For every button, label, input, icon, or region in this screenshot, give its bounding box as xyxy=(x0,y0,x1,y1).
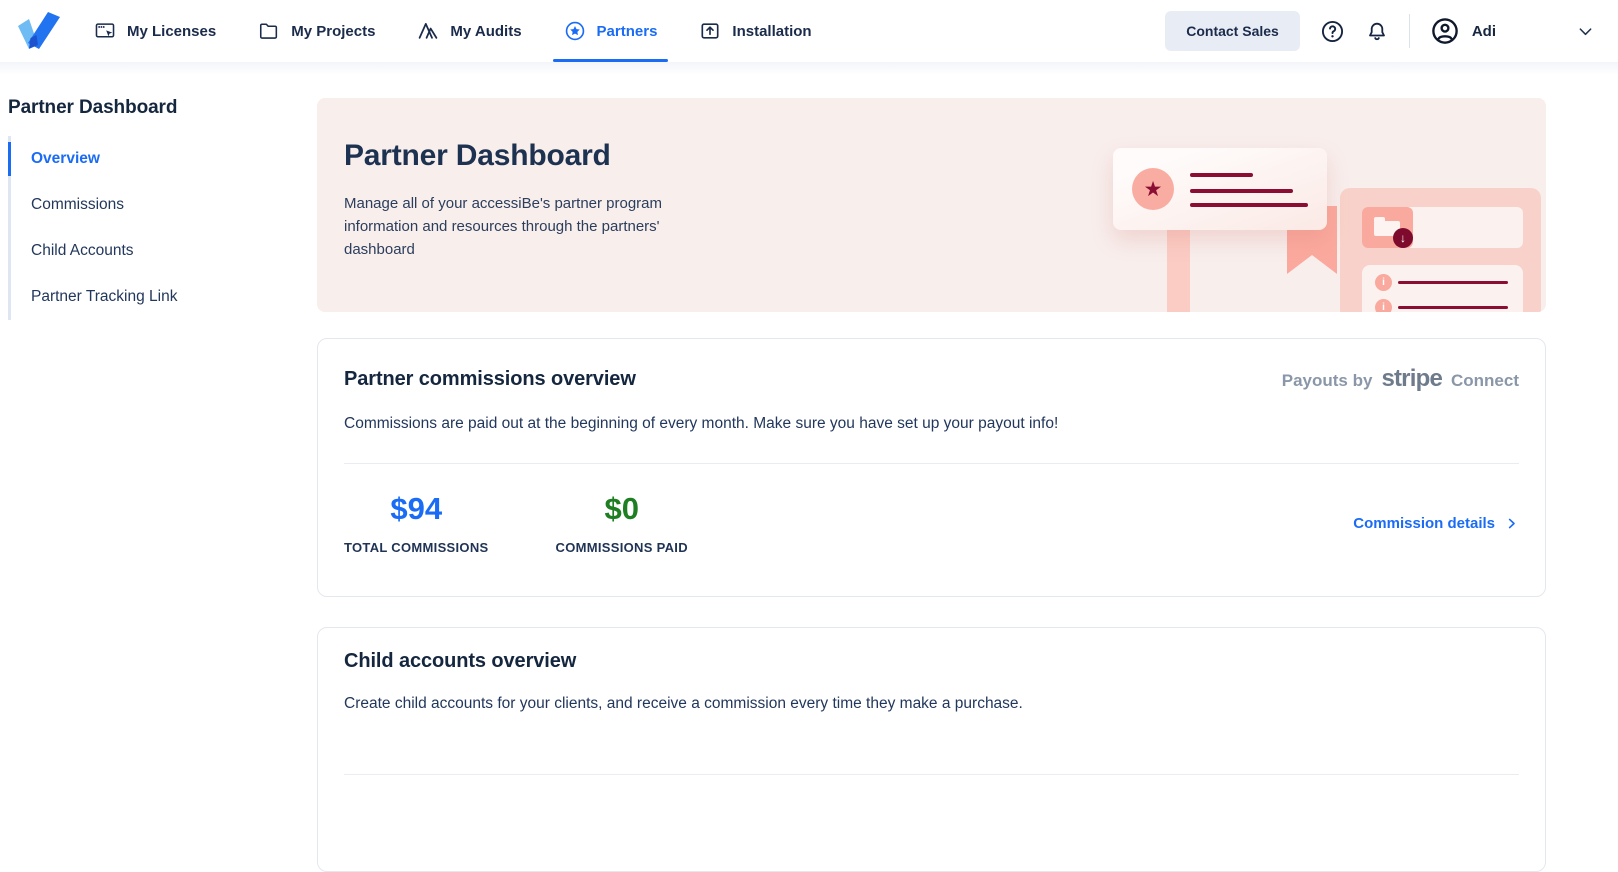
sidebar-item-partner-tracking-link[interactable]: Partner Tracking Link xyxy=(11,274,241,320)
text-line xyxy=(1398,306,1508,309)
page-layout: Partner Dashboard Overview Commissions C… xyxy=(0,75,1618,872)
nav-item-installation[interactable]: Installation xyxy=(699,0,811,62)
commission-details-link[interactable]: Commission details xyxy=(1353,515,1519,532)
license-window-icon xyxy=(94,20,116,42)
partner-dashboard-page: { "nav": { "items": [ {"label": "My Lice… xyxy=(0,0,1618,804)
nav-item-my-audits[interactable]: My Audits xyxy=(417,0,521,62)
stat-value: $94 xyxy=(390,492,442,526)
bookmark-ribbon-icon xyxy=(1287,206,1337,274)
text-line xyxy=(1190,173,1253,177)
accessibe-logo[interactable] xyxy=(16,12,62,50)
folder-icon xyxy=(1374,221,1400,236)
audits-icon xyxy=(417,20,439,42)
header-divider xyxy=(1409,14,1410,48)
illustration-bar xyxy=(1167,228,1190,312)
star-badge-icon xyxy=(564,20,586,42)
sidebar: Partner Dashboard Overview Commissions C… xyxy=(0,75,317,872)
chevron-right-icon xyxy=(1504,516,1519,531)
account-dropdown-button[interactable] xyxy=(1576,22,1595,41)
text-line xyxy=(1398,281,1508,284)
payouts-prefix: Payouts by xyxy=(1282,371,1373,391)
nav-shadow xyxy=(0,62,1618,75)
primary-nav: My Licenses My Projects My Audits Partne… xyxy=(94,0,812,62)
hero-description: Manage all of your accessiBe's partner p… xyxy=(344,192,699,261)
sidebar-item-commissions[interactable]: Commissions xyxy=(11,182,241,228)
download-icon: ↓ xyxy=(1393,228,1413,248)
info-icon: i xyxy=(1375,299,1392,312)
accessibe-logo-icon xyxy=(16,12,62,50)
contact-sales-button[interactable]: Contact Sales xyxy=(1165,11,1300,51)
stat-total-commissions: $94 TOTAL COMMISSIONS xyxy=(344,492,489,555)
sidebar-title: Partner Dashboard xyxy=(8,97,317,119)
panel-rows: i i xyxy=(1362,265,1523,312)
nav-item-label: Installation xyxy=(732,23,811,40)
bell-icon xyxy=(1365,19,1389,44)
nav-item-label: My Projects xyxy=(291,23,375,40)
help-button[interactable] xyxy=(1320,19,1345,44)
notifications-button[interactable] xyxy=(1365,19,1389,44)
user-name: Adi xyxy=(1472,23,1496,40)
commissions-description: Commissions are paid out at the beginnin… xyxy=(344,415,1519,433)
hero-title: Partner Dashboard xyxy=(344,139,699,173)
commission-details-label: Commission details xyxy=(1353,515,1495,532)
user-menu[interactable]: Adi xyxy=(1430,16,1496,46)
stripe-logo: stripe xyxy=(1381,365,1442,393)
nav-right-cluster: Contact Sales Adi xyxy=(1165,11,1604,51)
payouts-suffix: Connect xyxy=(1451,371,1519,391)
commissions-stats-row: $94 TOTAL COMMISSIONS $0 COMMISSIONS PAI… xyxy=(344,492,1519,555)
info-icon: i xyxy=(1375,274,1392,291)
nav-item-label: Partners xyxy=(597,23,658,40)
stat-value: $0 xyxy=(604,492,638,526)
card-divider xyxy=(344,463,1519,464)
nav-item-label: My Audits xyxy=(450,23,521,40)
commissions-card-header: Partner commissions overview Payouts by … xyxy=(344,365,1519,393)
payouts-by-stripe: Payouts by stripe Connect xyxy=(1282,365,1519,393)
sidebar-item-overview[interactable]: Overview xyxy=(11,136,241,182)
text-line xyxy=(1190,189,1293,193)
commissions-card: Partner commissions overview Payouts by … xyxy=(317,338,1546,597)
sidebar-item-child-accounts[interactable]: Child Accounts xyxy=(11,228,241,274)
top-navigation: My Licenses My Projects My Audits Partne… xyxy=(0,0,1618,62)
main-content: Partner Dashboard Manage all of your acc… xyxy=(317,75,1546,872)
install-box-icon xyxy=(699,20,721,42)
child-accounts-title: Child accounts overview xyxy=(344,650,1519,673)
hero-banner: Partner Dashboard Manage all of your acc… xyxy=(317,98,1546,312)
child-accounts-description: Create child accounts for your clients, … xyxy=(344,695,1519,713)
nav-item-my-licenses[interactable]: My Licenses xyxy=(94,0,216,62)
panel-header-row xyxy=(1362,207,1523,248)
chevron-down-icon xyxy=(1576,22,1595,41)
child-accounts-card: Child accounts overview Create child acc… xyxy=(317,627,1546,872)
sidebar-nav: Overview Commissions Child Accounts Part… xyxy=(8,136,241,320)
text-line xyxy=(1190,203,1308,207)
document-panel-illustration: ↓ i i xyxy=(1340,188,1541,312)
commissions-card-title: Partner commissions overview xyxy=(344,368,636,391)
help-icon xyxy=(1320,19,1345,44)
certificate-card-illustration: ★ xyxy=(1113,148,1327,230)
folder-tile xyxy=(1362,207,1413,248)
nav-item-label: My Licenses xyxy=(127,23,216,40)
nav-item-my-projects[interactable]: My Projects xyxy=(258,0,375,62)
stat-commissions-paid: $0 COMMISSIONS PAID xyxy=(556,492,688,555)
nav-item-partners[interactable]: Partners xyxy=(564,0,658,62)
folder-icon xyxy=(258,20,280,42)
stat-label: TOTAL COMMISSIONS xyxy=(344,540,489,555)
hero-text: Partner Dashboard Manage all of your acc… xyxy=(344,139,699,261)
star-icon: ★ xyxy=(1132,168,1174,210)
card-divider xyxy=(344,774,1519,775)
stat-label: COMMISSIONS PAID xyxy=(556,540,688,555)
avatar-icon xyxy=(1430,16,1460,46)
